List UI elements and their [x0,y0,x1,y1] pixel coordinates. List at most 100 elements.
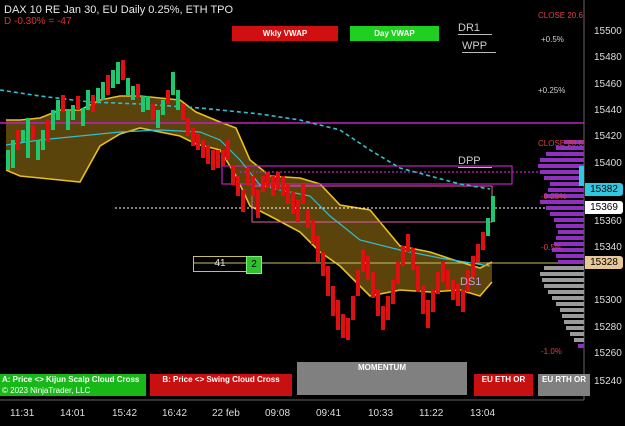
candle [231,165,235,185]
candle [286,184,290,204]
momentum-panel[interactable]: MOMENTUM [297,362,467,395]
candle [91,95,95,112]
pct-label: +0.25% [538,86,566,95]
candle [451,280,455,300]
candle [56,100,60,120]
candle [391,280,395,304]
candle [196,134,200,150]
candle [416,266,420,292]
daily-change: D -0.30% = -47 [4,16,72,27]
kijun-cloud-cross-panel[interactable]: A: Price <> Kijun Scalp Cloud Cross © 20… [0,374,146,396]
candle [186,118,190,136]
poc-marker [579,166,584,186]
candle [271,176,275,196]
x-axis-label: 13:04 [470,408,496,419]
candle [341,314,345,338]
candle [306,210,310,228]
day-vwap-button[interactable]: Day VWAP [350,26,439,41]
candle [116,62,120,84]
candle [201,140,205,158]
volume-profile-bar [544,266,584,270]
x-axis-label: 09:41 [316,408,342,419]
pct-label: -0.5% [541,243,562,252]
candle [361,250,365,272]
candle [131,86,135,100]
candle [491,196,495,222]
candle [161,100,165,115]
candle [156,110,160,128]
candle [71,105,75,120]
candle [301,184,305,204]
x-axis-label: 22 feb [212,408,240,419]
candle [31,125,35,140]
volume-profile-bar [560,308,584,312]
x-axis-label: 15:42 [112,408,138,419]
volume-profile-bar [550,212,584,216]
instrument-title: DAX 10 RE Jan 30, EU Daily 0.25%, ETH TP… [4,4,234,16]
candle [291,192,295,214]
volume-profile-bar [544,176,584,180]
wkly-vwap-button[interactable]: Wkly VWAP [232,26,338,41]
candle [261,176,265,192]
pct-label: +0.5% [541,35,564,44]
candle [21,130,25,142]
candle [321,252,325,276]
y-axis-label: 15340 [594,242,622,253]
dr1-level-label: DR1 [458,22,492,35]
candle [266,172,270,188]
candle [396,262,400,284]
volume-profile-bar [558,260,584,264]
close-label-mid: CLOSE 20.6 [538,139,583,148]
candle [121,60,125,80]
candle [486,218,490,236]
volume-profile-bar [540,158,584,162]
volume-profile-bar [574,338,584,342]
close-label-top: CLOSE 20.6 [538,11,583,20]
swing-cloud-cross-button[interactable]: B: Price <> Swing Cloud Cross [150,374,292,396]
volume-profile-bar [556,236,584,240]
volume-profile-bar [540,170,584,174]
eu-rth-or-button[interactable]: EU RTH OR [538,374,590,396]
candle [11,140,15,168]
volume-profile-bar [564,320,584,324]
candle [476,244,480,262]
volume-profile-bar [578,344,584,348]
candle [61,95,65,112]
y-axis-label: 15280 [594,322,622,333]
volume-profile-bar [552,296,584,300]
volume-profile-bar [544,284,584,288]
x-axis-label: 16:42 [162,408,188,419]
y-axis-label: 15480 [594,52,622,63]
candle [211,150,215,170]
candle [141,96,145,112]
candle [336,300,340,330]
candle [296,200,300,222]
candle [326,266,330,296]
candle [36,140,40,160]
y-axis-label: 15240 [594,376,622,387]
y-axis-label: 15300 [594,295,622,306]
candle [111,70,115,88]
candle [146,96,150,110]
candle [206,145,210,164]
vwap-price-tag: 15382 [585,183,623,196]
x-axis-label: 14:01 [60,408,86,419]
candle [426,300,430,328]
copyright-text: © 2023 NinjaTrader, LLC [2,386,91,395]
y-axis-label: 15460 [594,79,622,90]
candle [166,90,170,104]
candle [356,270,360,296]
candle [406,234,410,252]
candle [66,110,70,130]
last-price-tag: 15369 [585,201,623,214]
candle [26,118,30,158]
wpp-level-label: WPP [462,40,496,53]
y-axis-label: 15420 [594,131,622,142]
candle [371,272,375,298]
eu-eth-or-button[interactable]: EU ETH OR [474,374,533,396]
candle [461,290,465,312]
candle [351,296,355,320]
candle [191,128,195,146]
candle [251,176,255,196]
volume-profile-bar [556,254,584,258]
